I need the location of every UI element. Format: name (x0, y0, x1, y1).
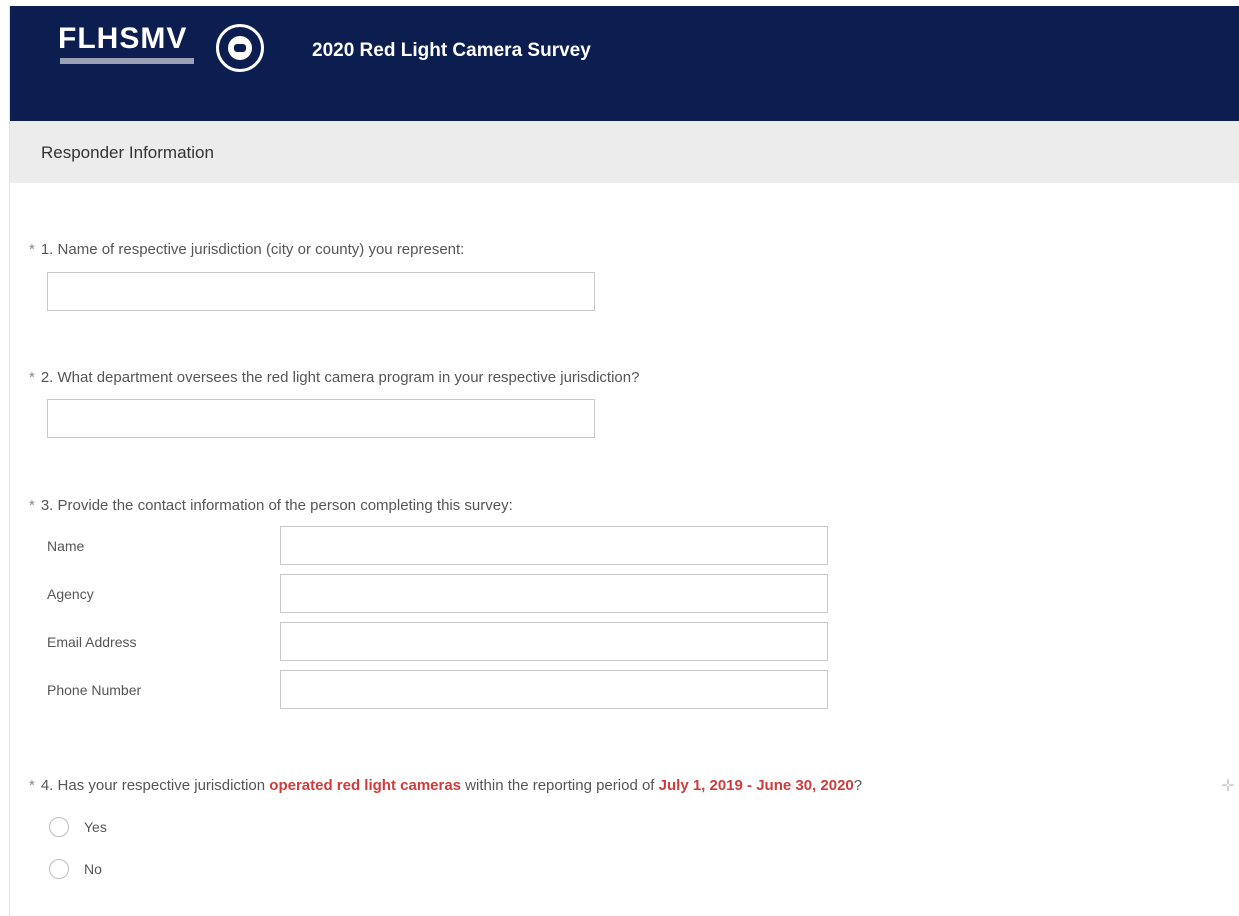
section-title: Responder Information (41, 143, 214, 162)
radio-yes-label[interactable]: Yes (84, 819, 107, 835)
flhsmv-logo: FLHSMV (58, 22, 188, 55)
question-1: * 1. Name of respective jurisdiction (cit… (29, 241, 464, 258)
question-4-text: 4. Has your respective jurisdiction (40, 777, 270, 794)
radio-no-label[interactable]: No (84, 861, 102, 877)
required-asterisk: * (29, 777, 35, 794)
question-4-text-mid: within the reporting period of (461, 777, 659, 794)
question-2-text: 2. What department oversees the red ligh… (40, 369, 640, 386)
survey-title: 2020 Red Light Camera Survey (312, 40, 591, 61)
question-3: * 3. Provide the contact information of t… (29, 497, 513, 514)
question-2: * 2. What department oversees the red lig… (29, 369, 639, 386)
contact-agency-input[interactable] (280, 574, 828, 613)
contact-name-input[interactable] (280, 526, 828, 565)
question-4-highlight-cameras: operated red light cameras (269, 777, 462, 794)
required-asterisk: * (29, 241, 35, 258)
question-4-text-end: ? (853, 777, 863, 794)
required-asterisk: * (29, 497, 35, 514)
contact-email-input[interactable] (280, 622, 828, 661)
contact-email-label: Email Address (47, 634, 137, 650)
drag-handle-icon[interactable]: ✛ (1219, 778, 1237, 796)
seal-inner-icon (228, 36, 252, 60)
radio-yes[interactable] (49, 817, 69, 837)
question-4: * 4. Has your respective jurisdiction ope… (29, 777, 862, 794)
contact-phone-input[interactable] (280, 670, 828, 709)
contact-phone-label: Phone Number (47, 682, 142, 698)
section-header: Responder Information (10, 121, 1239, 183)
required-asterisk: * (29, 369, 35, 386)
jurisdiction-input[interactable] (47, 272, 595, 311)
contact-agency-label: Agency (47, 586, 94, 602)
logo-tagline-strip (60, 58, 194, 64)
question-4-highlight-period: July 1, 2019 - June 30, 2020 (658, 777, 854, 794)
highway-patrol-seal-icon (216, 24, 264, 72)
survey-page: FLHSMV 2020 Red Light Camera Survey Resp… (9, 6, 1239, 916)
contact-name-label: Name (47, 538, 85, 554)
seal-core-icon (234, 44, 246, 52)
department-input[interactable] (47, 399, 595, 438)
question-3-text: 3. Provide the contact information of th… (40, 497, 513, 514)
header-bar: FLHSMV 2020 Red Light Camera Survey (10, 6, 1239, 121)
question-1-text: 1. Name of respective jurisdiction (city… (40, 241, 465, 258)
radio-no[interactable] (49, 859, 69, 879)
